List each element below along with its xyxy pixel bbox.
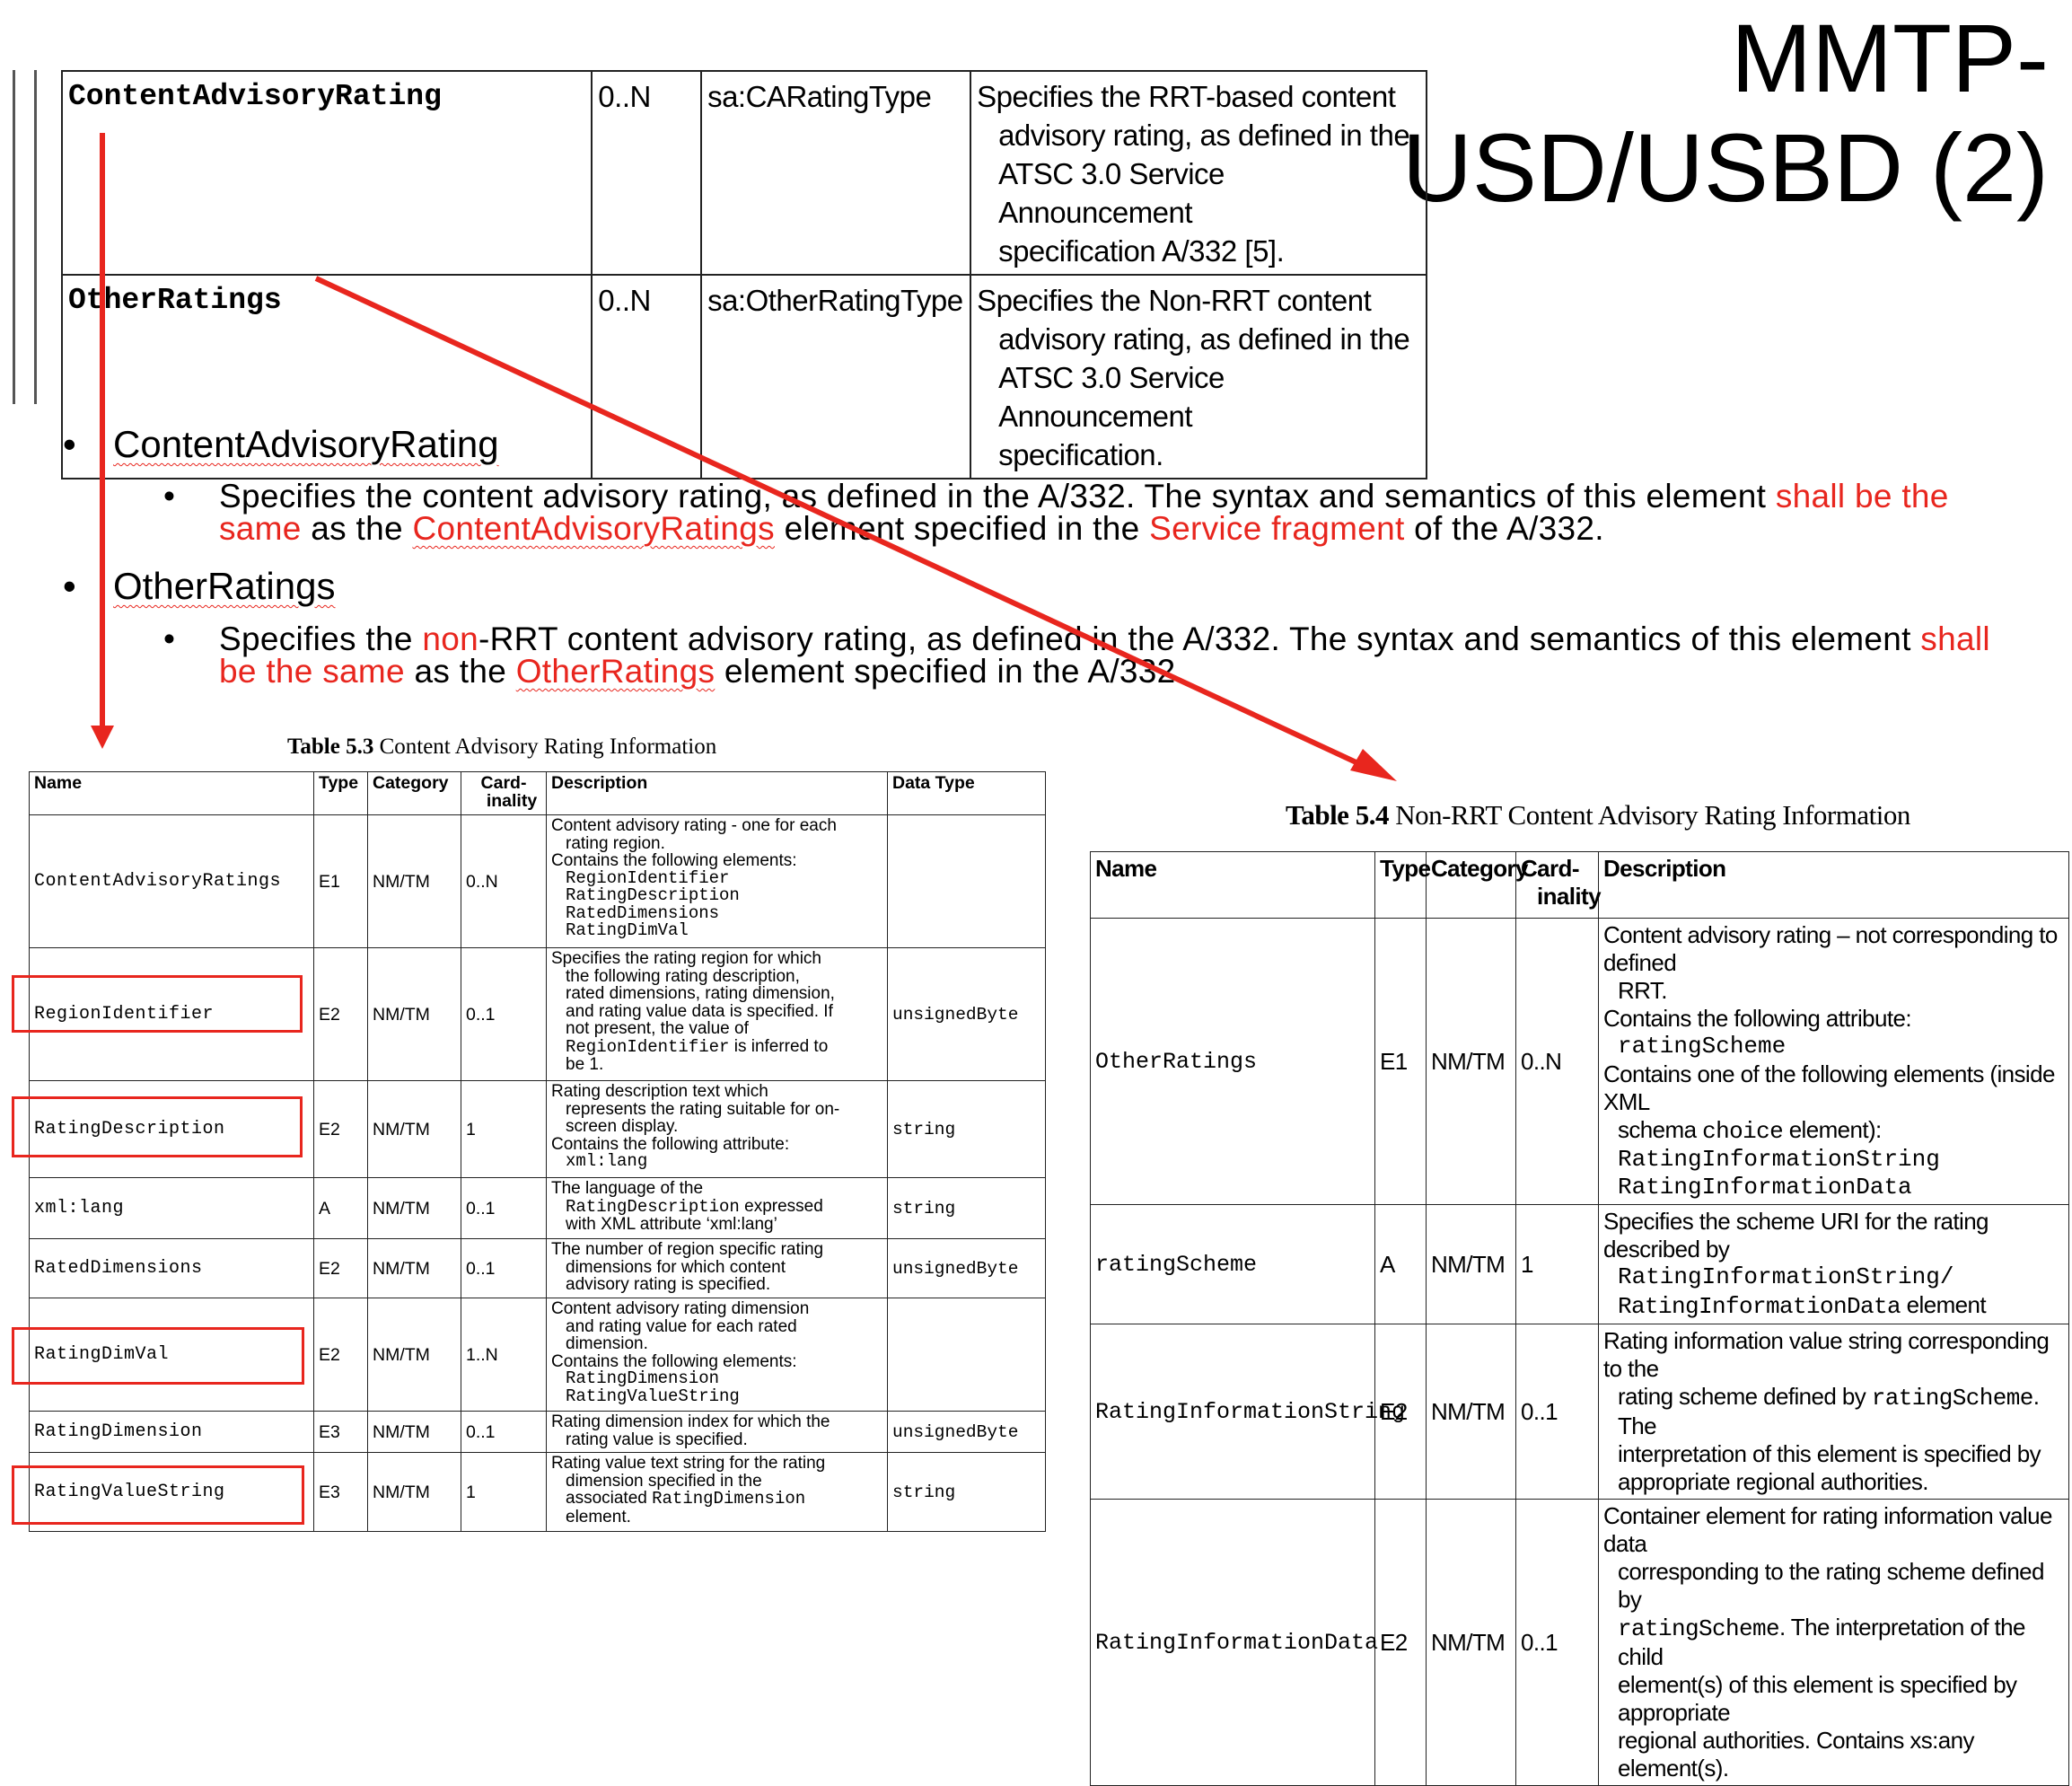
arrowhead — [91, 726, 114, 749]
arrow-other-ratings — [314, 276, 1375, 773]
annotation-arrows — [91, 133, 1397, 781]
arrowhead — [1350, 749, 1397, 781]
